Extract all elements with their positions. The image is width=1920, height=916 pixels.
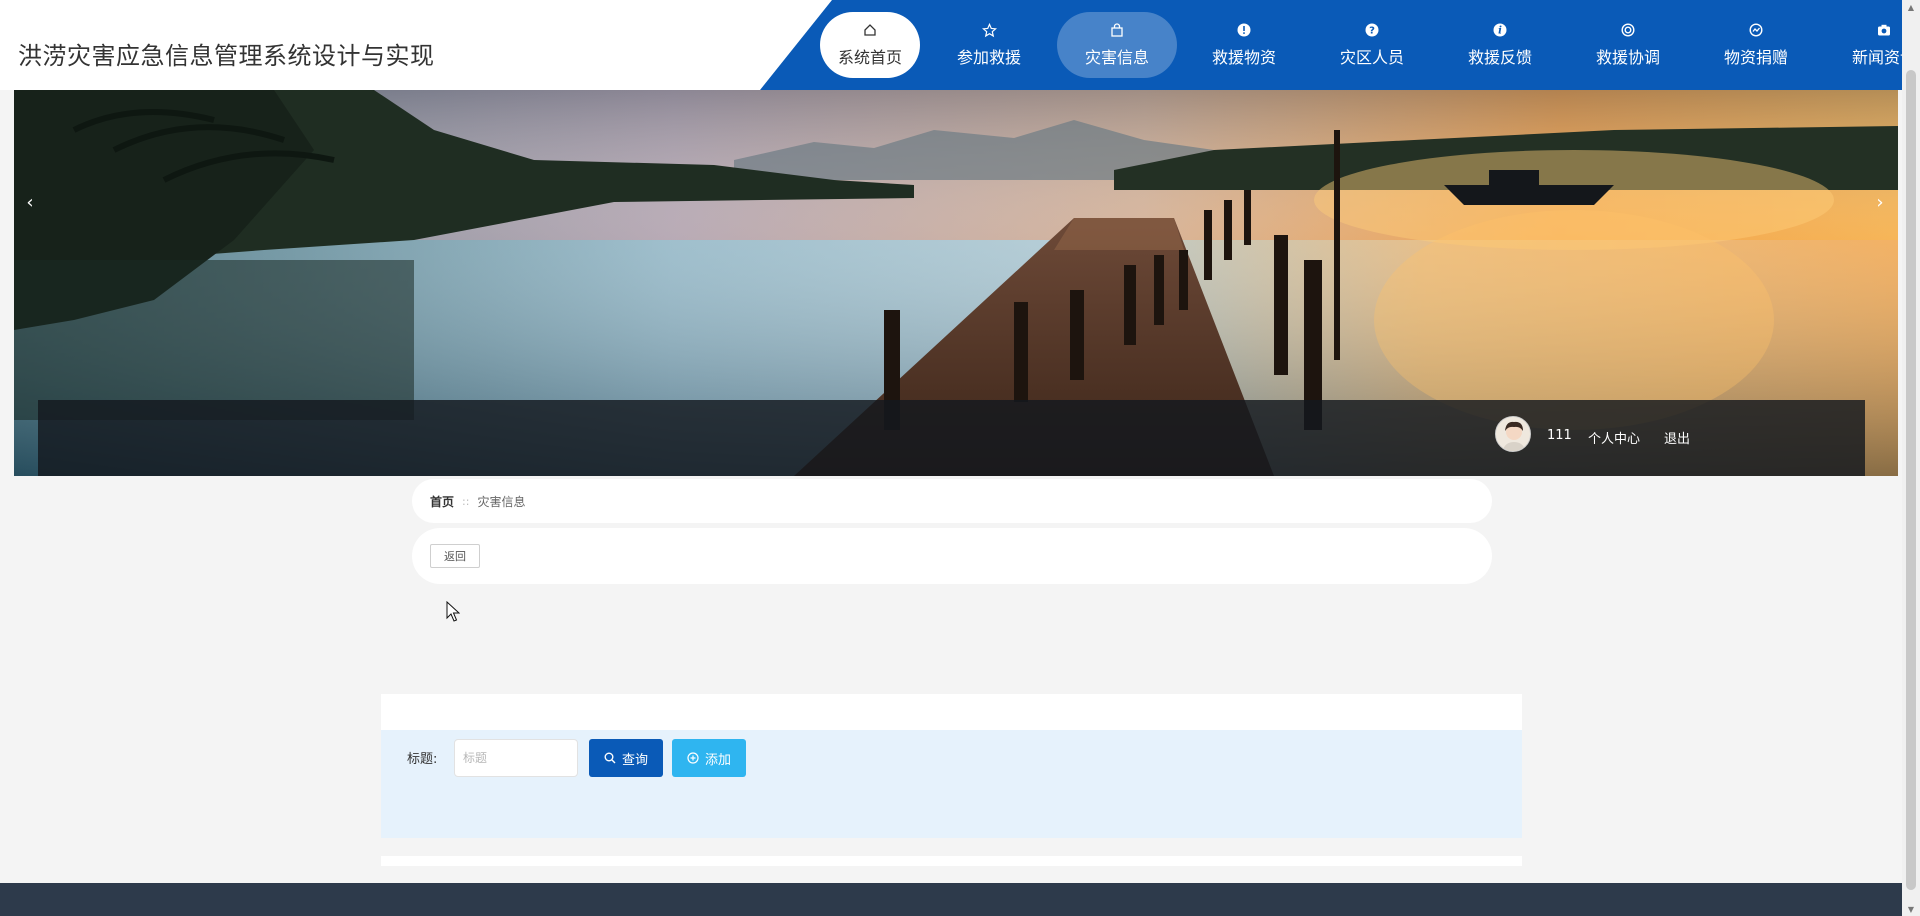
- breadcrumb: 首页 :: 灾害信息: [412, 479, 1492, 523]
- exclamation-icon: [1236, 22, 1252, 38]
- add-button-label: 添加: [704, 752, 731, 768]
- vertical-scrollbar[interactable]: ▲ ▼: [1902, 0, 1920, 916]
- logout-link[interactable]: 退出: [1664, 428, 1690, 447]
- top-header: 洪涝灾害应急信息管理系统设计与实现 系统首页 参加救援 灾害信息 救援物资 ? …: [0, 0, 1902, 90]
- star-icon: [981, 22, 997, 38]
- nav-item-join-rescue[interactable]: 参加救援: [939, 12, 1039, 78]
- site-title: 洪涝灾害应急信息管理系统设计与实现: [18, 42, 435, 70]
- carousel-next-button[interactable]: ›: [1868, 190, 1892, 214]
- carousel-prev-button[interactable]: ‹: [18, 190, 42, 214]
- add-button[interactable]: 添加: [672, 739, 746, 777]
- breadcrumb-home-link[interactable]: 首页: [430, 493, 454, 510]
- nav-item-donations[interactable]: 物资捐赠: [1706, 12, 1806, 78]
- nav-label: 系统首页: [837, 48, 902, 67]
- breadcrumb-current: 灾害信息: [477, 494, 526, 509]
- profile-link[interactable]: 个人中心: [1588, 428, 1640, 447]
- scroll-thumb[interactable]: [1906, 70, 1916, 890]
- panel-header: [381, 694, 1522, 730]
- nav-item-rescue-feedback[interactable]: i 救援反馈: [1450, 12, 1550, 78]
- back-button[interactable]: 返回: [430, 544, 480, 568]
- nav-label: 参加救援: [956, 48, 1021, 67]
- nav-label: 灾害信息: [1084, 48, 1149, 67]
- page-footer: [0, 883, 1902, 916]
- scroll-up-icon[interactable]: ▲: [1902, 0, 1920, 14]
- scroll-down-icon[interactable]: ▼: [1902, 902, 1920, 916]
- nav-item-news[interactable]: 新闻资讯: [1834, 12, 1902, 78]
- breadcrumb-separator: ::: [462, 494, 470, 508]
- camera-icon: [1876, 22, 1892, 38]
- user-bar: 111 个人中心 退出: [38, 400, 1865, 476]
- info-icon: i: [1492, 22, 1508, 38]
- svg-text:i: i: [1498, 26, 1502, 37]
- ring-icon: [1620, 22, 1636, 38]
- nav-label: 救援协调: [1595, 48, 1660, 67]
- nav-label: 灾区人员: [1339, 48, 1404, 67]
- nav-item-disaster-people[interactable]: ? 灾区人员: [1322, 12, 1422, 78]
- nav-label: 新闻资讯: [1851, 48, 1902, 67]
- search-icon: [604, 752, 616, 764]
- nav-item-rescue-supplies[interactable]: 救援物资: [1194, 12, 1294, 78]
- svg-text:?: ?: [1369, 26, 1375, 37]
- nav-item-home[interactable]: 系统首页: [820, 12, 920, 78]
- nav-label: 救援反馈: [1467, 48, 1532, 67]
- nav-label: 物资捐赠: [1723, 48, 1788, 67]
- username: 111: [1547, 428, 1572, 443]
- panel-divider: [381, 856, 1522, 866]
- back-bar: 返回: [412, 528, 1492, 584]
- title-filter-label: 标题:: [407, 752, 438, 767]
- bag-icon: [1109, 22, 1125, 38]
- nav-item-rescue-coordination[interactable]: 救援协调: [1578, 12, 1678, 78]
- query-button[interactable]: 查询: [589, 739, 663, 777]
- mouse-cursor-icon: [446, 601, 460, 622]
- query-button-label: 查询: [621, 752, 648, 768]
- gauge-icon: [1748, 22, 1764, 38]
- main-nav: 系统首页 参加救援 灾害信息 救援物资 ? 灾区人员 i 救援反馈 救援协调 物…: [760, 0, 1902, 90]
- home-icon: [862, 22, 878, 38]
- avatar[interactable]: [1495, 416, 1531, 452]
- plus-circle-icon: [687, 752, 699, 764]
- title-search-input[interactable]: [454, 739, 578, 777]
- nav-item-disaster-info[interactable]: 灾害信息: [1057, 12, 1177, 78]
- nav-label: 救援物资: [1211, 48, 1276, 67]
- search-panel: 标题: 查询 添加: [381, 730, 1522, 838]
- question-icon: ?: [1364, 22, 1380, 38]
